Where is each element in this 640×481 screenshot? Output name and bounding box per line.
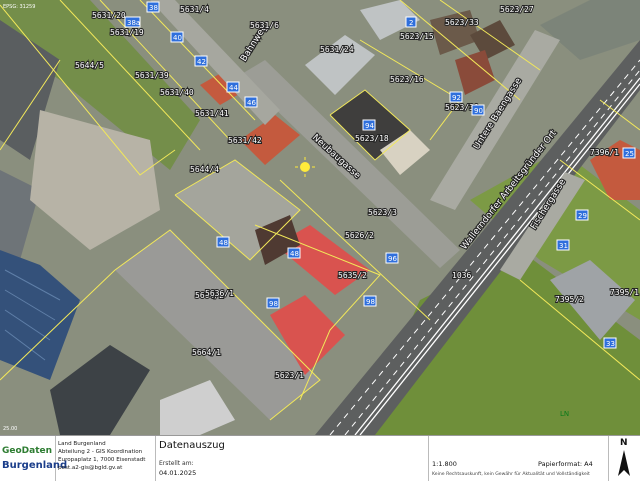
parcel-label: 5623/1 xyxy=(275,371,304,380)
parcel-label: 5644/5 xyxy=(75,61,104,70)
parcel-label: 5664/1 xyxy=(192,348,221,357)
org-line: Europaplatz 1, 7000 Eisenstadt xyxy=(58,457,146,463)
parcel-label: 5631/6 xyxy=(250,21,279,30)
house-number: 33 xyxy=(606,340,615,348)
house-number: 96 xyxy=(388,255,397,263)
location-marker-icon[interactable] xyxy=(300,162,310,172)
document-title-block: Datenauszug Erstellt am: 04.01.2025 xyxy=(155,436,429,481)
house-number: 25 xyxy=(625,150,634,158)
paper-format: Papierformat: A4 xyxy=(538,460,593,468)
org-email: post.a2-gis@bgld.gv.at xyxy=(58,465,123,471)
house-number: 48 xyxy=(290,250,299,258)
org-line: Land Burgenland xyxy=(58,441,106,447)
house-number: 29 xyxy=(578,212,587,220)
parcel-label: 5636/1 xyxy=(205,289,234,298)
map-view[interactable]: EPSG: 31259 25.00 LN Neubaugasse Untere … xyxy=(0,0,640,435)
corner-coordinate: 25.00 xyxy=(3,426,17,432)
organization-info: Land Burgenland Abteilung 2 - GIS Koordi… xyxy=(55,436,156,481)
parcel-label: 5623/18 xyxy=(355,134,389,143)
parcel-label: 1036 xyxy=(452,271,471,280)
house-number: 90 xyxy=(474,107,483,115)
parcel-label: 5631/20 xyxy=(92,11,126,20)
house-number: 92 xyxy=(452,94,461,102)
parcel-label: 5631/4 xyxy=(180,5,209,14)
field-label: LN xyxy=(560,410,569,418)
parcel-label: 5644/4 xyxy=(190,165,219,174)
print-footer: GeoDaten Burgenland Land Burgenland Abte… xyxy=(0,435,640,481)
epsg-label: EPSG: 31259 xyxy=(3,4,35,10)
parcel-label: 5631/41 xyxy=(195,109,229,118)
parcel-label: 5631/40 xyxy=(160,88,194,97)
created-date: 04.01.2025 xyxy=(159,469,197,477)
house-number: 48 xyxy=(219,239,228,247)
house-number: 31 xyxy=(559,242,568,250)
house-number: 46 xyxy=(247,99,256,107)
house-number: 40 xyxy=(173,34,182,42)
house-number: 2 xyxy=(409,19,413,27)
north-arrow-icon xyxy=(618,450,630,476)
parcel-label: 7396/1 xyxy=(590,148,619,157)
house-number: 44 xyxy=(229,84,238,92)
house-number: 94 xyxy=(365,122,374,130)
parcel-label: 7395/1 xyxy=(610,288,639,297)
parcel-label: 5623/27 xyxy=(500,5,534,14)
north-label: N xyxy=(620,438,628,448)
geodaten-logo: GeoDaten Burgenland xyxy=(0,436,67,481)
logo-geodaten: GeoDaten xyxy=(2,446,53,456)
document-title: Datenauszug xyxy=(159,440,225,451)
house-number: 38 xyxy=(149,4,158,12)
house-number: 42 xyxy=(197,58,206,66)
parcel-label: 5635/2 xyxy=(338,271,367,280)
parcel-label: 5631/42 xyxy=(228,136,262,145)
disclaimer: Keine Rechtsauskunft, kein Gewähr für Ak… xyxy=(432,472,590,477)
parcel-label: 5623/33 xyxy=(445,18,479,27)
parcel-label: 5631/19 xyxy=(110,28,144,37)
scale-block: 1:1.800 Papierformat: A4 Keine Rechtsaus… xyxy=(428,436,609,481)
north-arrow: N xyxy=(608,436,640,481)
created-label: Erstellt am: xyxy=(159,460,194,467)
map-scale: 1:1.800 xyxy=(432,460,457,468)
house-number: 98 xyxy=(366,298,375,306)
parcel-label: 5631/39 xyxy=(135,71,169,80)
parcel-label: 5623/15 xyxy=(400,32,434,41)
parcel-label: 7395/2 xyxy=(555,295,584,304)
aerial-image: EPSG: 31259 25.00 LN Neubaugasse Untere … xyxy=(0,0,640,435)
house-number: 98 xyxy=(269,300,278,308)
parcel-label: 5623/3 xyxy=(368,208,397,217)
house-number: 38a xyxy=(127,19,140,27)
parcel-label: 5631/24 xyxy=(320,45,354,54)
org-line: Abteilung 2 - GIS Koordination xyxy=(58,449,143,455)
parcel-label: 5623/16 xyxy=(390,75,424,84)
parcel-label: 5626/2 xyxy=(345,231,374,240)
